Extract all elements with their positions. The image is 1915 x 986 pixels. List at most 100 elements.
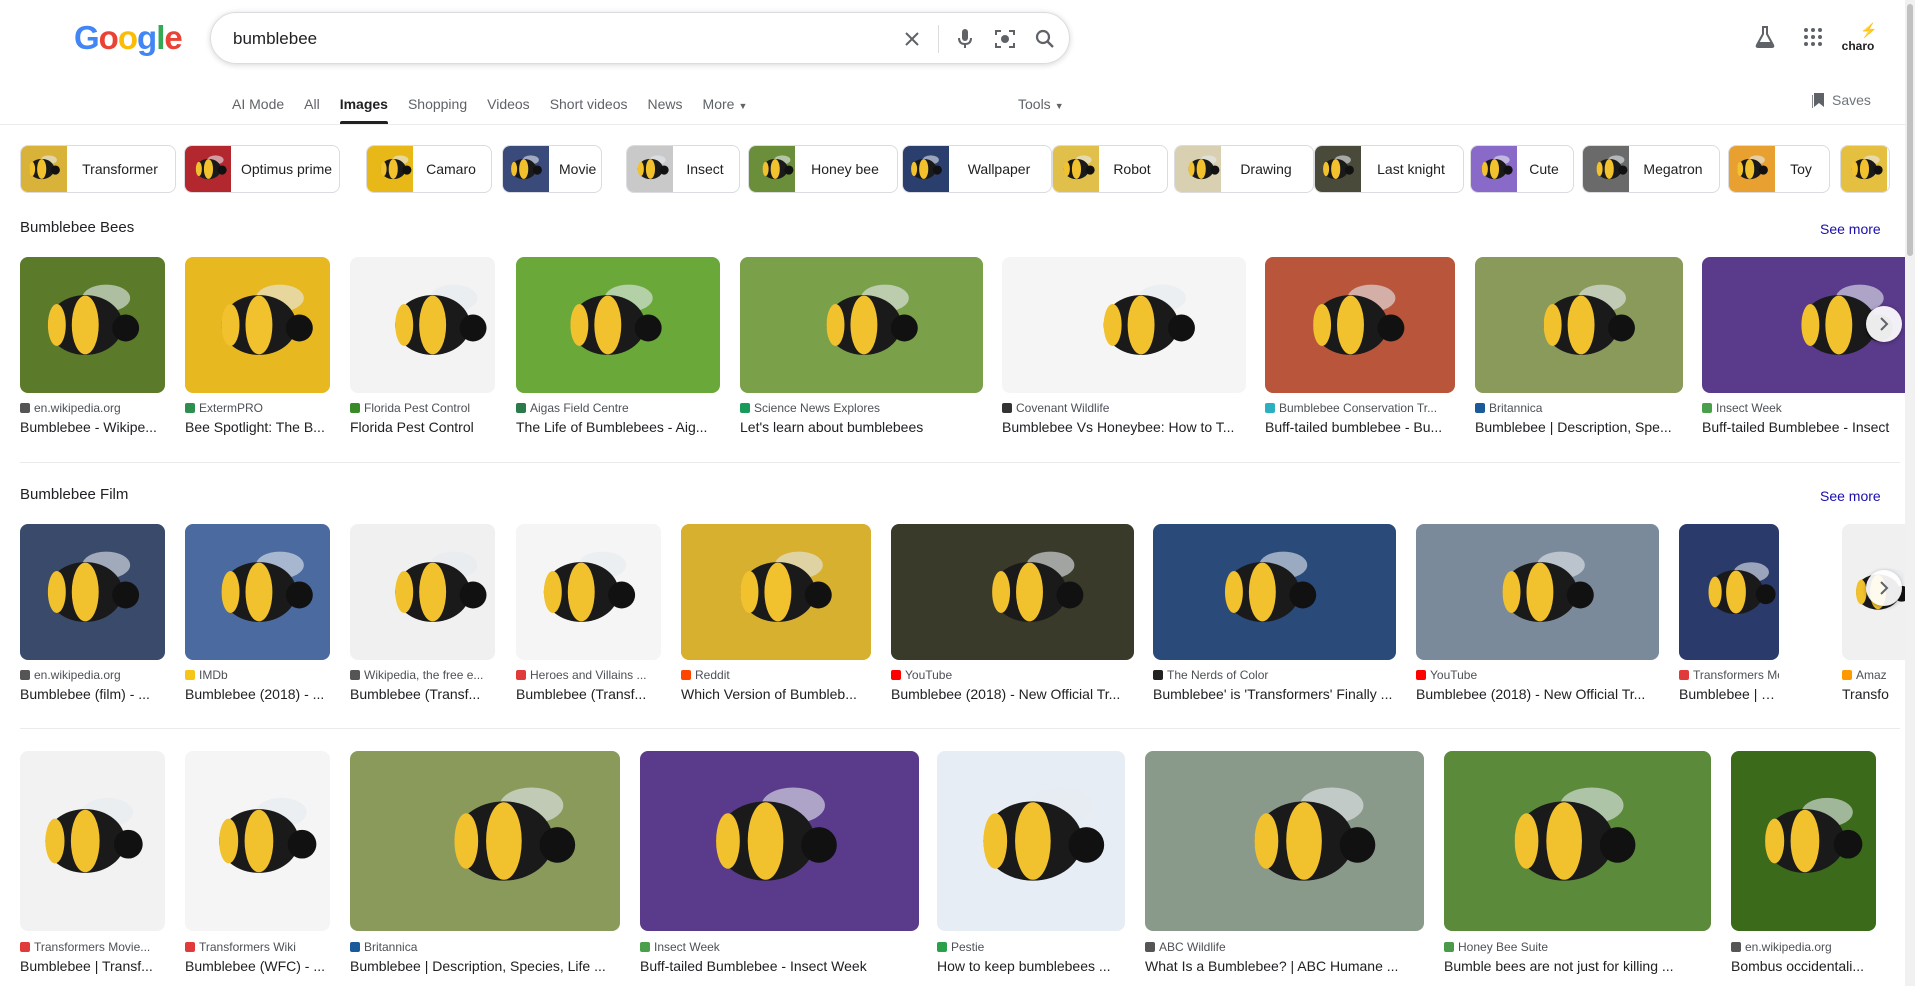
chip-movie[interactable]: Movie bbox=[502, 145, 602, 193]
result-title[interactable]: Bombus occidentali... bbox=[1731, 958, 1876, 974]
result-thumbnail[interactable] bbox=[350, 751, 620, 931]
result-thumbnail[interactable] bbox=[185, 524, 330, 660]
image-result-card[interactable]: Wikipedia, the free e... Bumblebee (Trans… bbox=[350, 524, 495, 706]
saves-button[interactable]: Saves bbox=[1812, 88, 1871, 112]
result-thumbnail[interactable] bbox=[516, 257, 720, 393]
image-result-card[interactable]: YouTube Bumblebee (2018) - New Official T… bbox=[891, 524, 1134, 706]
image-result-card[interactable]: Britannica Bumblebee | Description, Speci… bbox=[350, 751, 620, 978]
tab-short-videos[interactable]: Short videos bbox=[540, 88, 638, 124]
result-source[interactable]: Transformers Movie... bbox=[20, 940, 165, 954]
result-thumbnail[interactable] bbox=[516, 524, 661, 660]
result-source[interactable]: Insect Week bbox=[640, 940, 919, 954]
chip-more[interactable] bbox=[1840, 145, 1890, 193]
result-source[interactable]: Covenant Wildlife bbox=[1002, 401, 1246, 415]
result-thumbnail[interactable] bbox=[1265, 257, 1455, 393]
result-title[interactable]: Bumblebee (Transf... bbox=[516, 686, 661, 702]
result-thumbnail[interactable] bbox=[1475, 257, 1683, 393]
result-source[interactable]: Transformers Wiki bbox=[185, 940, 330, 954]
image-result-card[interactable]: Heroes and Villains ... Bumblebee (Transf… bbox=[516, 524, 661, 706]
result-thumbnail[interactable] bbox=[681, 524, 871, 660]
result-source[interactable]: Science News Explores bbox=[740, 401, 983, 415]
result-thumbnail[interactable] bbox=[1731, 751, 1876, 931]
scrollbar-thumb[interactable] bbox=[1907, 4, 1913, 256]
result-source[interactable]: ExtermPRO bbox=[185, 401, 330, 415]
image-result-card[interactable]: Transformers Movie... Bumblebee | Transf.… bbox=[1679, 524, 1779, 706]
image-result-card[interactable]: en.wikipedia.org Bumblebee - Wikipe... bbox=[20, 257, 165, 439]
chip-toy[interactable]: Toy bbox=[1728, 145, 1830, 193]
image-result-card[interactable]: Florida Pest Control Florida Pest Control bbox=[350, 257, 495, 439]
chip-transformer[interactable]: Transformer bbox=[20, 145, 176, 193]
result-source[interactable]: IMDb bbox=[185, 668, 330, 682]
image-result-card[interactable]: YouTube Bumblebee (2018) - New Official T… bbox=[1416, 524, 1659, 706]
labs-flask-icon[interactable] bbox=[1750, 22, 1780, 52]
image-result-card[interactable]: Reddit Which Version of Bumbleb... bbox=[681, 524, 871, 706]
result-source[interactable]: Reddit bbox=[681, 668, 871, 682]
tab-ai-mode[interactable]: AI Mode bbox=[222, 88, 294, 124]
result-thumbnail[interactable] bbox=[1145, 751, 1424, 931]
result-title[interactable]: Florida Pest Control bbox=[350, 419, 495, 435]
image-result-card[interactable]: The Nerds of Color Bumblebee' is 'Transfo… bbox=[1153, 524, 1396, 706]
result-source[interactable]: Britannica bbox=[350, 940, 620, 954]
image-result-card[interactable]: Insect Week Buff-tailed Bumblebee - Insec… bbox=[640, 751, 919, 978]
google-logo[interactable]: Google bbox=[74, 18, 183, 58]
image-result-card[interactable]: Insect Week Buff-tailed Bumblebee - Insec… bbox=[1702, 257, 1915, 439]
chip-camaro[interactable]: Camaro bbox=[366, 145, 492, 193]
tools-button[interactable]: Tools ▼ bbox=[1018, 88, 1064, 122]
result-thumbnail[interactable] bbox=[1679, 524, 1779, 660]
result-source[interactable]: Transformers Movie... bbox=[1679, 668, 1779, 682]
tab-images[interactable]: Images bbox=[330, 88, 398, 124]
result-thumbnail[interactable] bbox=[185, 257, 330, 393]
result-thumbnail[interactable] bbox=[740, 257, 983, 393]
result-source[interactable]: en.wikipedia.org bbox=[1731, 940, 1876, 954]
search-icon[interactable] bbox=[1032, 26, 1058, 52]
result-title[interactable]: Bumblebee (2018) - ... bbox=[185, 686, 330, 702]
result-thumbnail[interactable] bbox=[20, 751, 165, 931]
result-source[interactable]: Florida Pest Control bbox=[350, 401, 495, 415]
image-result-card[interactable]: en.wikipedia.org Bumblebee (film) - ... bbox=[20, 524, 165, 706]
result-source[interactable]: Britannica bbox=[1475, 401, 1683, 415]
result-source[interactable]: The Nerds of Color bbox=[1153, 668, 1396, 682]
image-result-card[interactable]: Aigas Field Centre The Life of Bumblebees… bbox=[516, 257, 720, 439]
result-title[interactable]: The Life of Bumblebees - Aig... bbox=[516, 419, 720, 435]
apps-grid-icon[interactable] bbox=[1798, 22, 1828, 52]
result-title[interactable]: Which Version of Bumbleb... bbox=[681, 686, 871, 702]
result-thumbnail[interactable] bbox=[1153, 524, 1396, 660]
tab-news[interactable]: News bbox=[638, 88, 693, 124]
result-thumbnail[interactable] bbox=[350, 257, 495, 393]
result-thumbnail[interactable] bbox=[937, 751, 1125, 931]
chip-insect[interactable]: Insect bbox=[626, 145, 740, 193]
image-result-card[interactable]: Covenant Wildlife Bumblebee Vs Honeybee: … bbox=[1002, 257, 1246, 439]
result-thumbnail[interactable] bbox=[20, 257, 165, 393]
chip-optimus-prime[interactable]: Optimus prime bbox=[184, 145, 340, 193]
tab-all[interactable]: All bbox=[294, 88, 330, 124]
result-source[interactable]: en.wikipedia.org bbox=[20, 401, 165, 415]
image-result-card[interactable]: en.wikipedia.org Bombus occidentali... bbox=[1731, 751, 1876, 978]
clear-icon[interactable] bbox=[899, 26, 925, 52]
result-title[interactable]: Bumblebee - Wikipe... bbox=[20, 419, 165, 435]
result-source[interactable]: Insect Week bbox=[1702, 401, 1915, 415]
see-more-bees-link[interactable]: See more bbox=[1820, 221, 1881, 237]
result-source[interactable]: Honey Bee Suite bbox=[1444, 940, 1711, 954]
chip-honey-bee[interactable]: Honey bee bbox=[748, 145, 898, 193]
result-thumbnail[interactable] bbox=[1416, 524, 1659, 660]
result-title[interactable]: Bumblebee (2018) - New Official Tr... bbox=[891, 686, 1134, 702]
result-thumbnail[interactable] bbox=[1002, 257, 1246, 393]
result-source[interactable]: Aigas Field Centre bbox=[516, 401, 720, 415]
result-title[interactable]: Bumblebee | Transf... bbox=[20, 958, 165, 974]
result-title[interactable]: Buff-tailed bumblebee - Bu... bbox=[1265, 419, 1455, 435]
image-result-card[interactable]: Bumblebee Conservation Tr... Buff-tailed … bbox=[1265, 257, 1455, 439]
result-thumbnail[interactable] bbox=[185, 751, 330, 931]
tab-more[interactable]: More ▼ bbox=[693, 88, 758, 124]
image-result-card[interactable]: ExtermPRO Bee Spotlight: The B... bbox=[185, 257, 330, 439]
result-title[interactable]: Buff-tailed Bumblebee - Insect bbox=[1702, 419, 1915, 435]
tab-videos[interactable]: Videos bbox=[477, 88, 540, 124]
image-result-card[interactable]: Transformers Wiki Bumblebee (WFC) - ... bbox=[185, 751, 330, 978]
image-result-card[interactable]: Honey Bee Suite Bumble bees are not just … bbox=[1444, 751, 1711, 978]
result-title[interactable]: Bumble bees are not just for killing ... bbox=[1444, 958, 1711, 974]
result-source[interactable]: Bumblebee Conservation Tr... bbox=[1265, 401, 1455, 415]
result-source[interactable]: Pestie bbox=[937, 940, 1125, 954]
result-title[interactable]: Bumblebee (film) - ... bbox=[20, 686, 165, 702]
tab-shopping[interactable]: Shopping bbox=[398, 88, 477, 124]
chip-cute[interactable]: Cute bbox=[1470, 145, 1574, 193]
result-title[interactable]: Bumblebee (Transf... bbox=[350, 686, 495, 702]
